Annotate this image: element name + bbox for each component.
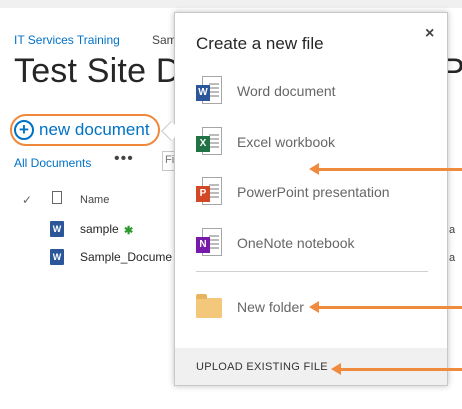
annotation-arrow bbox=[309, 301, 462, 313]
onenote-badge: N bbox=[196, 237, 210, 253]
breadcrumb-site-link[interactable]: IT Services Training bbox=[14, 33, 120, 47]
new-document-label: new document bbox=[39, 120, 150, 139]
word-file-icon: W bbox=[50, 249, 64, 265]
excel-icon: X bbox=[196, 127, 222, 157]
find-file-input[interactable]: Fi bbox=[162, 151, 174, 171]
annotation-arrow bbox=[331, 363, 462, 375]
new-document-button[interactable]: + new document bbox=[10, 114, 160, 146]
create-powerpoint-presentation[interactable]: P PowerPoint presentation bbox=[196, 175, 426, 209]
new-item-icon: ✱ bbox=[124, 225, 134, 237]
excel-workbook-label: Excel workbook bbox=[237, 134, 336, 150]
powerpoint-badge: P bbox=[196, 186, 210, 202]
folder-icon bbox=[196, 292, 222, 322]
word-file-icon: W bbox=[50, 221, 64, 237]
create-excel-workbook[interactable]: X Excel workbook bbox=[196, 125, 426, 159]
table-row-name[interactable]: sample bbox=[80, 222, 119, 236]
breadcrumb-next-link[interactable]: Sam bbox=[152, 33, 177, 47]
powerpoint-presentation-label: PowerPoint presentation bbox=[237, 184, 390, 200]
word-document-label: Word document bbox=[237, 83, 336, 99]
select-all-checkmark[interactable]: ✓ bbox=[22, 193, 32, 207]
plus-circle-icon: + bbox=[14, 120, 34, 140]
annotation-arrow bbox=[309, 163, 462, 175]
excel-badge: X bbox=[196, 136, 210, 152]
upload-existing-file-button[interactable]: UPLOAD EXISTING FILE bbox=[175, 348, 447, 385]
create-new-file-callout: Create a new file × W Word document X Ex… bbox=[174, 12, 448, 386]
close-icon[interactable]: × bbox=[425, 25, 434, 43]
name-column-header[interactable]: Name bbox=[80, 194, 109, 206]
page-title: Test Site Do bbox=[14, 52, 200, 90]
create-word-document[interactable]: W Word document bbox=[196, 74, 426, 108]
word-icon: W bbox=[196, 76, 222, 106]
row-cell-fragment: a bbox=[449, 224, 456, 236]
suite-bar bbox=[0, 0, 462, 8]
table-row-name[interactable]: Sample_Docume bbox=[80, 250, 172, 264]
callout-title: Create a new file bbox=[196, 34, 324, 53]
row-cell-fragment: a bbox=[449, 252, 456, 264]
divider bbox=[196, 271, 428, 272]
onenote-icon: N bbox=[196, 228, 222, 258]
view-all-documents[interactable]: All Documents bbox=[14, 156, 91, 170]
new-folder-label: New folder bbox=[237, 299, 304, 315]
onenote-notebook-label: OneNote notebook bbox=[237, 235, 355, 251]
word-badge: W bbox=[196, 85, 210, 101]
powerpoint-icon: P bbox=[196, 177, 222, 207]
more-options-icon[interactable]: ••• bbox=[114, 150, 134, 168]
file-type-header-icon bbox=[52, 191, 62, 204]
create-onenote-notebook[interactable]: N OneNote notebook bbox=[196, 226, 426, 260]
